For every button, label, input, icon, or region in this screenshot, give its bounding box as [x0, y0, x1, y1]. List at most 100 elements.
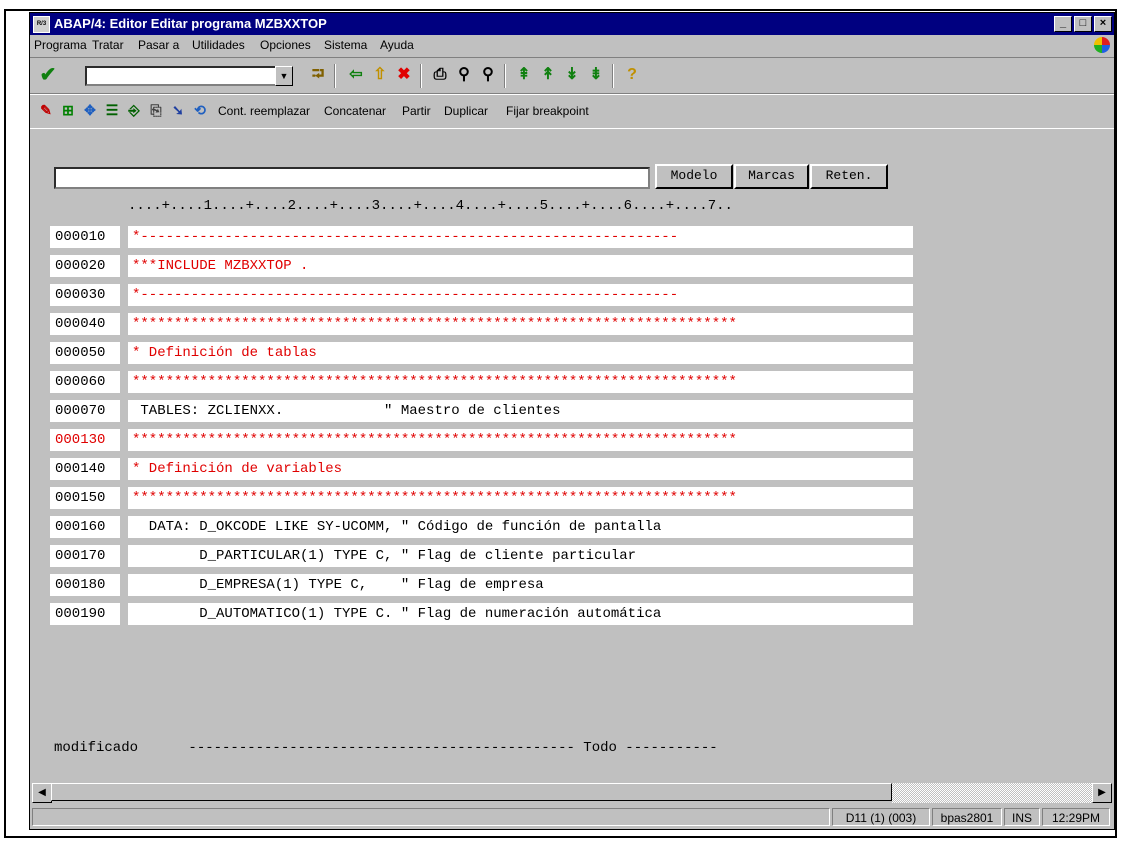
menu-bar: Programa Tratar Pasar a Utilidades Opcio… [30, 35, 1114, 55]
code-line: 000130 **********************************… [50, 429, 913, 451]
code-line: 000030 *---------------------------------… [50, 284, 913, 306]
code-line: 000160 DATA: D_OKCODE LIKE SY-UCOMM, " C… [50, 516, 913, 538]
find-icon[interactable]: ⚲ [454, 65, 474, 85]
code-text[interactable]: ****************************************… [128, 313, 913, 335]
next-page-icon[interactable]: ↡ [562, 65, 582, 85]
dropdown-icon[interactable]: ▼ [275, 66, 293, 86]
line-number[interactable]: 000150 [50, 487, 120, 509]
pretty-print-icon[interactable]: ☰ [102, 100, 122, 120]
find-next-icon[interactable]: ⚲ [478, 65, 498, 85]
line-number[interactable]: 000010 [50, 226, 120, 248]
code-line: 000140 * Definición de variables [50, 458, 913, 480]
standard-toolbar: ✔ ▼ ⮒ ⇦ ⇧ ✖ ⎙ ⚲ ⚲ ⇞ ↟ ↡ ⇟ ? [30, 57, 1114, 95]
status-system: D11 (1) (003) [832, 808, 930, 826]
cancel-icon[interactable]: ✖ [394, 65, 414, 85]
first-page-icon[interactable]: ⇞ [514, 65, 534, 85]
close-button[interactable]: × [1094, 16, 1112, 32]
prev-page-icon[interactable]: ↟ [538, 65, 558, 85]
minimize-button[interactable]: _ [1054, 16, 1072, 32]
status-mode[interactable]: INS [1004, 808, 1040, 826]
code-text[interactable]: TABLES: ZCLIENXX. " Maestro de clientes [128, 400, 913, 422]
hierarchy-icon[interactable]: ⊞ [58, 100, 78, 120]
sap-system-icon[interactable]: R/3 [33, 16, 50, 33]
code-line: 000180 D_EMPRESA(1) TYPE C, " Flag de em… [50, 574, 913, 596]
status-message [32, 808, 830, 826]
line-number[interactable]: 000040 [50, 313, 120, 335]
code-text[interactable]: DATA: D_OKCODE LIKE SY-UCOMM, " Código d… [128, 516, 913, 538]
line-number[interactable]: 000130 [50, 429, 120, 451]
menu-utilidades[interactable]: Utilidades [192, 38, 245, 52]
code-text[interactable]: D_EMPRESA(1) TYPE C, " Flag de empresa [128, 574, 913, 596]
line-number[interactable]: 000180 [50, 574, 120, 596]
menu-pasar-a[interactable]: Pasar a [138, 38, 179, 52]
maximize-button[interactable]: □ [1074, 16, 1092, 32]
syntax-check-icon[interactable]: ✎ [36, 100, 56, 120]
code-text[interactable]: *---------------------------------------… [128, 226, 913, 248]
line-number[interactable]: 000170 [50, 545, 120, 567]
code-line: 000040 **********************************… [50, 313, 913, 335]
horizontal-scrollbar[interactable]: ◀ ▶ [32, 783, 1112, 803]
code-line: 000050 * Definición de tablas [50, 342, 913, 364]
line-number[interactable]: 000060 [50, 371, 120, 393]
column-ruler: ....+....1....+....2....+....3....+....4… [128, 198, 733, 214]
menu-programa[interactable]: Programa [34, 38, 87, 52]
replace-icon[interactable]: ⟲ [190, 100, 210, 120]
line-number[interactable]: 000050 [50, 342, 120, 364]
code-line: 000070 TABLES: ZCLIENXX. " Maestro de cl… [50, 400, 913, 422]
select-icon[interactable]: ➘ [168, 100, 188, 120]
menu-opciones[interactable]: Opciones [260, 38, 311, 52]
scroll-track[interactable] [892, 783, 1092, 803]
fijar-breakpoint-button[interactable]: Fijar breakpoint [506, 104, 589, 118]
line-number[interactable]: 000020 [50, 255, 120, 277]
line-number[interactable]: 000190 [50, 603, 120, 625]
code-text[interactable]: ****************************************… [128, 487, 913, 509]
find-input[interactable] [54, 167, 650, 189]
print-icon[interactable]: ⎙ [430, 65, 450, 85]
sap-editor-window: R/3 ABAP/4: Editor Editar programa MZBXX… [29, 12, 1115, 830]
paste-icon[interactable]: ⎘ [146, 100, 166, 120]
modelo-button[interactable]: Modelo [655, 164, 733, 189]
line-number[interactable]: 000160 [50, 516, 120, 538]
duplicar-button[interactable]: Duplicar [444, 104, 488, 118]
back-icon[interactable]: ⇦ [346, 65, 366, 85]
menu-ayuda[interactable]: Ayuda [380, 38, 414, 52]
sap-logo-icon [1094, 37, 1110, 53]
partir-button[interactable]: Partir [402, 104, 431, 118]
line-number[interactable]: 000030 [50, 284, 120, 306]
modified-status-line: modificado -----------------------------… [54, 740, 718, 756]
enter-icon[interactable]: ⮒ [308, 65, 328, 85]
command-field[interactable] [85, 66, 277, 86]
code-line: 000190 D_AUTOMATICO(1) TYPE C. " Flag de… [50, 603, 913, 625]
code-text[interactable]: ****************************************… [128, 371, 913, 393]
code-text[interactable]: ****************************************… [128, 429, 913, 451]
check-icon[interactable]: ✔ [38, 65, 58, 85]
code-line: 000170 D_PARTICULAR(1) TYPE C, " Flag de… [50, 545, 913, 567]
marcas-button[interactable]: Marcas [734, 164, 809, 189]
scroll-thumb[interactable] [51, 783, 892, 801]
menu-tratar[interactable]: Tratar [92, 38, 124, 52]
status-time: 12:29PM [1042, 808, 1110, 826]
help-icon[interactable]: ? [622, 65, 642, 85]
menu-sistema[interactable]: Sistema [324, 38, 367, 52]
last-page-icon[interactable]: ⇟ [586, 65, 606, 85]
code-text[interactable]: *---------------------------------------… [128, 284, 913, 306]
title-bar[interactable]: R/3 ABAP/4: Editor Editar programa MZBXX… [30, 13, 1114, 35]
scroll-right-icon[interactable]: ▶ [1092, 783, 1112, 803]
reten-button[interactable]: Reten. [810, 164, 888, 189]
concatenar-button[interactable]: Concatenar [324, 104, 386, 118]
line-number[interactable]: 000140 [50, 458, 120, 480]
code-text[interactable]: ***INCLUDE MZBXXTOP . [128, 255, 913, 277]
navigate-icon[interactable]: ✥ [80, 100, 100, 120]
scroll-left-icon[interactable]: ◀ [32, 783, 52, 803]
exit-icon[interactable]: ⇧ [370, 65, 390, 85]
insert-icon[interactable]: ⎆ [124, 100, 144, 120]
cont-reemplazar-button[interactable]: Cont. reemplazar [218, 104, 310, 118]
line-number[interactable]: 000070 [50, 400, 120, 422]
application-toolbar: ✎ ⊞ ✥ ☰ ⎆ ⎘ ➘ ⟲ Cont. reemplazar Concate… [30, 93, 1114, 129]
code-text[interactable]: * Definición de variables [128, 458, 913, 480]
code-line: 000010 *---------------------------------… [50, 226, 913, 248]
code-text[interactable]: * Definición de tablas [128, 342, 913, 364]
code-text[interactable]: D_AUTOMATICO(1) TYPE C. " Flag de numera… [128, 603, 913, 625]
status-server: bpas2801 [932, 808, 1002, 826]
code-text[interactable]: D_PARTICULAR(1) TYPE C, " Flag de client… [128, 545, 913, 567]
